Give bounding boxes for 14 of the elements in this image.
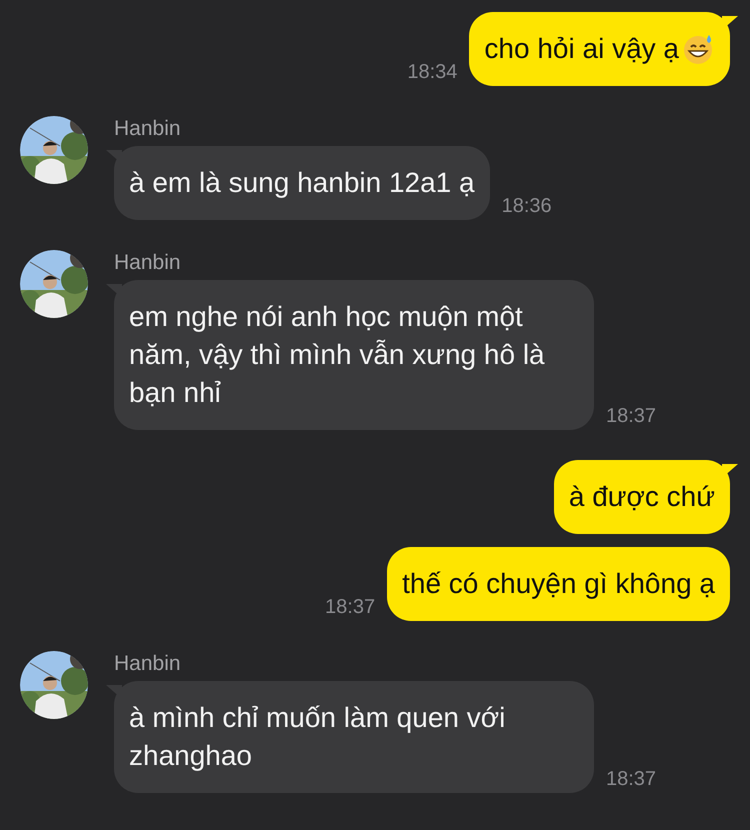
sender-name: Hanbin [114,651,182,677]
message-bubble: thế có chuyện gì không ạ [387,547,730,621]
message-time: 18:36 [502,194,552,219]
sender-name: Hanbin [114,250,182,276]
sender-name: Hanbin [114,116,182,142]
message-time: 18:34 [407,60,458,85]
message-bubble: cho hỏi ai vậy ạ [469,12,730,86]
message-bubble: à được chứ [554,460,730,534]
message-time: 18:37 [606,767,656,792]
message-time: 18:37 [606,404,656,429]
message-bubble: em nghe nói anh học muộn một năm, vậy thì mình vẫn xưng hô là bạn nhỉ [114,280,594,430]
message-bubble: à em là sung hanbin 12a1 ạ [114,146,490,220]
message-bubble: à mình chỉ muốn làm quen với zhanghao [114,681,594,793]
message-time: 18:37 [325,595,376,620]
